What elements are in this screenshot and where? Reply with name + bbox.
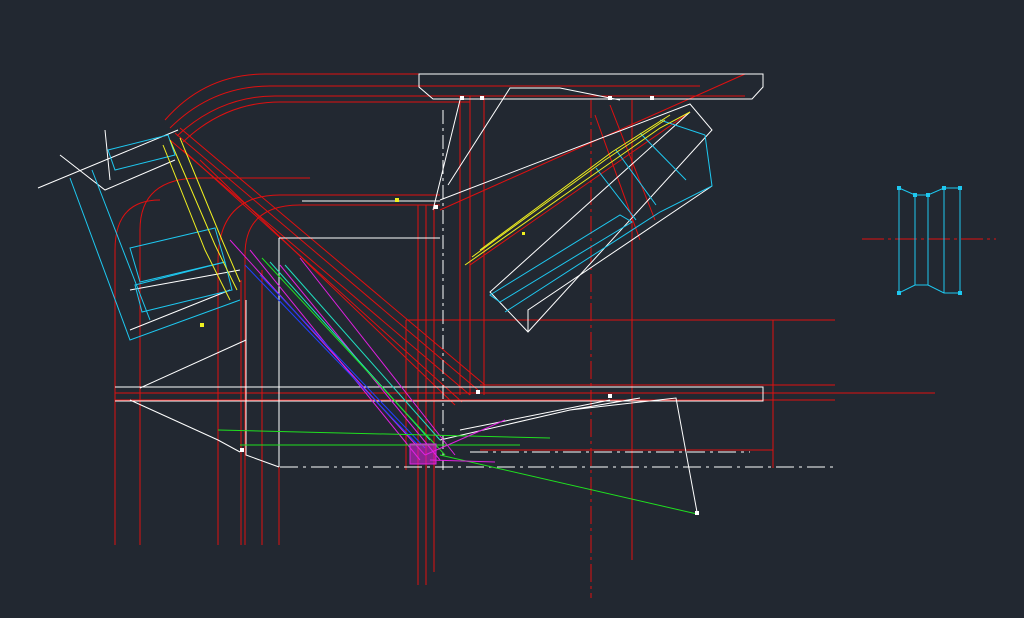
left-arch-3	[217, 194, 440, 545]
upper-right-box	[527, 185, 713, 332]
centerline-layer	[114, 73, 996, 598]
left-idler-3	[134, 261, 233, 313]
upper-belt-2	[471, 119, 666, 258]
node-marker	[650, 96, 654, 100]
flow-cyan-2	[284, 264, 441, 441]
node-marker	[695, 511, 699, 515]
impact-zone	[409, 443, 437, 465]
belt-marker	[522, 232, 525, 235]
chute-rail-4	[182, 149, 463, 403]
node-marker	[460, 96, 464, 100]
side-view-nodes	[897, 186, 962, 295]
left-incline	[129, 339, 247, 453]
left-arch-4	[244, 204, 440, 545]
left-idler-1	[69, 169, 241, 341]
side-view-node	[942, 186, 946, 190]
flow-magenta-4	[299, 257, 456, 456]
side-view-node	[913, 193, 917, 197]
node-marker	[476, 390, 480, 394]
flow-blue-2	[259, 274, 426, 449]
flow-blue-1	[244, 264, 419, 446]
chute-rail-5	[199, 159, 456, 406]
flow-magenta-2	[249, 249, 421, 461]
side-view-idler	[898, 187, 961, 294]
side-view-node	[897, 186, 901, 190]
belt-marker	[395, 198, 399, 202]
chute-rail-3	[179, 127, 486, 386]
node-marker	[608, 96, 612, 100]
top-curved-beam-2	[169, 85, 700, 129]
left-arch-1	[114, 199, 161, 545]
top-curved-beam-4	[182, 101, 470, 143]
upper-right-idler-2	[504, 134, 713, 313]
belt-markers	[200, 198, 525, 327]
upper-right-chute	[432, 87, 713, 333]
left-arch-2	[139, 177, 310, 545]
node-marker	[608, 394, 612, 398]
side-view-node	[897, 291, 901, 295]
side-view-node	[958, 291, 962, 295]
side-view-node	[926, 193, 930, 197]
lower-discharge	[439, 397, 698, 513]
node-marker	[434, 205, 438, 209]
belt-marker	[200, 323, 204, 327]
flow-green-1	[217, 429, 551, 439]
node-marker	[480, 96, 484, 100]
cad-drawing-viewport[interactable]	[0, 0, 1024, 618]
left-belt-1	[162, 144, 231, 301]
cad-drawing	[37, 73, 996, 598]
upper-chute-center-2	[469, 111, 691, 266]
node-marker	[240, 448, 244, 452]
flow-layer	[217, 239, 698, 515]
flow-green-3	[439, 454, 698, 515]
side-view-node	[958, 186, 962, 190]
